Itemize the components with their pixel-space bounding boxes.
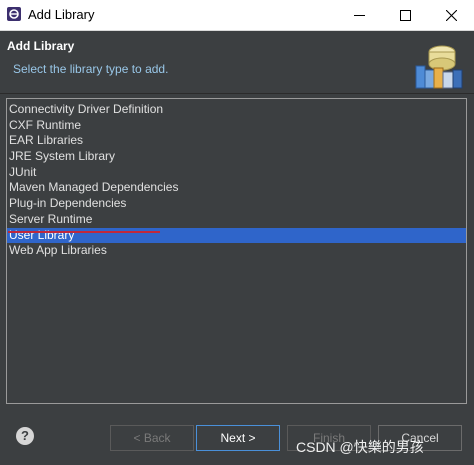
annotation-underline <box>8 231 160 233</box>
list-item[interactable]: Web App Libraries <box>7 243 466 259</box>
close-icon <box>445 9 457 21</box>
help-icon[interactable]: ? <box>16 427 34 445</box>
list-item[interactable]: Connectivity Driver Definition <box>7 102 466 118</box>
minimize-icon <box>353 14 365 16</box>
title-bar: Add Library <box>0 0 474 31</box>
window-title: Add Library <box>28 7 95 22</box>
next-button[interactable]: Next > <box>196 425 280 451</box>
library-books-icon <box>415 45 463 89</box>
list-item-selected[interactable]: User Library <box>7 227 466 244</box>
maximize-button[interactable] <box>382 0 428 30</box>
list-item[interactable]: JUnit <box>7 165 466 181</box>
list-item[interactable]: Maven Managed Dependencies <box>7 180 466 196</box>
close-button[interactable] <box>428 0 474 30</box>
library-type-list[interactable]: Connectivity Driver Definition CXF Runti… <box>6 98 467 404</box>
wizard-header: Add Library Select the library type to a… <box>0 31 474 94</box>
watermark: CSDN @快樂的男孩 <box>296 439 424 455</box>
list-item[interactable]: CXF Runtime <box>7 118 466 134</box>
eclipse-app-icon <box>7 7 21 21</box>
back-button[interactable]: < Back <box>110 425 194 451</box>
wizard-page-title: Add Library <box>7 39 75 53</box>
list-item[interactable]: Plug-in Dependencies <box>7 196 466 212</box>
maximize-icon <box>399 9 411 21</box>
list-item[interactable]: EAR Libraries <box>7 133 466 149</box>
minimize-button[interactable] <box>336 0 382 30</box>
list-item[interactable]: JRE System Library <box>7 149 466 165</box>
wizard-page-description: Select the library type to add. <box>13 62 169 76</box>
list-item[interactable]: Server Runtime <box>7 212 466 228</box>
